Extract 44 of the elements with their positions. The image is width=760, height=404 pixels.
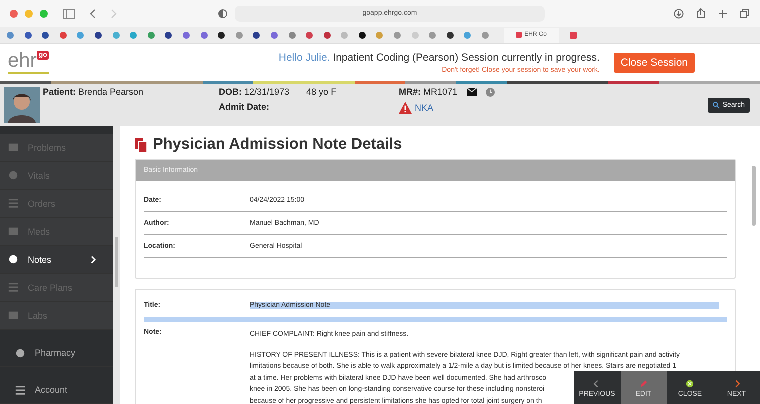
bookmark-icon[interactable] (446, 32, 454, 38)
notes-icon (135, 138, 148, 152)
circle-icon (8, 170, 19, 181)
avatar (4, 87, 40, 123)
square-icon (8, 142, 19, 153)
maximize-window-button[interactable] (40, 10, 48, 18)
clock-icon[interactable] (486, 88, 495, 96)
square-icon (8, 310, 19, 321)
mr-number: MR#: MR1071 (399, 87, 458, 97)
pencil-icon (640, 380, 648, 388)
patient-name: Patient: Brenda Pearson (43, 87, 145, 97)
chevron-icon (91, 256, 96, 264)
bookmark-icon[interactable] (94, 32, 102, 38)
share-icon[interactable] (696, 8, 706, 19)
close-window-button[interactable] (10, 10, 18, 18)
bookmark-icon[interactable] (42, 32, 50, 38)
list-icon (8, 282, 19, 293)
session-message: Hello Julie. Inpatient Coding (Pearson) Session currently in progress. (278, 52, 600, 64)
back-icon[interactable] (90, 8, 96, 18)
close-session-button[interactable]: Close Session (614, 52, 695, 72)
sidebar-item[interactable]: Notes (0, 246, 113, 274)
age-text: 48 yo F (306, 87, 337, 97)
bookmark-icon[interactable] (253, 32, 260, 38)
download-icon[interactable] (674, 8, 684, 18)
envelope-icon[interactable] (466, 88, 477, 96)
allergy-link[interactable]: NKA (415, 103, 434, 113)
sidebar-icon[interactable] (63, 8, 75, 18)
page-title: Physician Admission Note Details (153, 136, 402, 154)
dob-text: DOB: 12/31/1973 (219, 87, 290, 97)
close-icon (686, 380, 694, 388)
list-icon (8, 198, 19, 209)
list-icon (15, 384, 26, 396)
bookmark-icon[interactable] (358, 32, 366, 38)
square-icon (8, 226, 19, 237)
tabs-icon[interactable] (740, 8, 750, 18)
plus-icon[interactable] (718, 8, 728, 18)
bookmark-icon[interactable] (218, 32, 226, 38)
circle-icon (15, 348, 26, 358)
search-icon (712, 102, 720, 109)
warning-icon (399, 102, 412, 114)
admit-date-label: Admit Date: (219, 102, 271, 112)
circle-icon (8, 254, 19, 265)
bookmark-icon[interactable] (165, 32, 172, 38)
shield-icon[interactable] (218, 8, 228, 18)
